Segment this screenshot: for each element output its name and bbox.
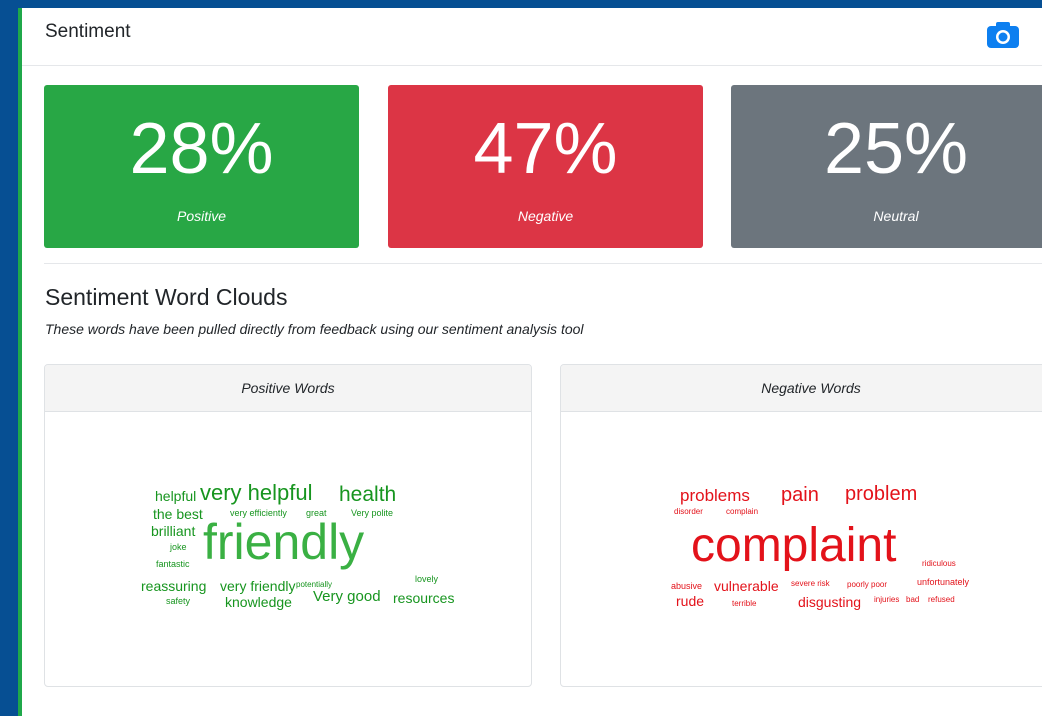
cloud-word: the best — [153, 506, 203, 522]
negative-label: Negative — [517, 208, 574, 224]
cloud-word: joke — [170, 542, 187, 552]
cloud-word: helpful — [155, 488, 197, 504]
section-divider — [44, 263, 1042, 264]
cloud-word: safety — [166, 596, 191, 606]
negative-words-card: Negative Words problems pain problem dis… — [560, 364, 1042, 687]
camera-icon — [987, 22, 1019, 48]
negative-words-header: Negative Words — [561, 365, 1042, 412]
negative-word-cloud: problems pain problem disorder complain … — [561, 412, 1042, 686]
positive-words-header: Positive Words — [45, 365, 531, 412]
negative-percent: 47% — [473, 109, 618, 189]
word-clouds-title: Sentiment Word Clouds — [45, 284, 288, 310]
cloud-word: poorly poor — [847, 580, 888, 589]
cloud-word: severe risk — [791, 579, 830, 588]
positive-stat-card: 28% Positive — [44, 85, 359, 248]
cloud-word: problem — [845, 483, 918, 505]
cloud-word: terrible — [732, 599, 757, 608]
panel-title: Sentiment — [45, 21, 131, 42]
cloud-word: reassuring — [141, 578, 207, 594]
word-clouds-subtitle: These words have been pulled directly fr… — [45, 321, 584, 337]
cloud-word: disorder — [674, 507, 703, 516]
cloud-word: refused — [928, 595, 955, 604]
cloud-word: pain — [781, 484, 819, 506]
positive-percent: 28% — [129, 109, 274, 189]
positive-words-card: Positive Words helpful very helpful heal… — [44, 364, 532, 687]
cloud-word: ridiculous — [922, 559, 956, 568]
cloud-word: friendly — [203, 514, 365, 570]
cloud-word: bad — [906, 595, 920, 604]
cloud-word: fantastic — [156, 559, 190, 569]
positive-label: Positive — [176, 208, 227, 224]
cloud-word: vulnerable — [714, 578, 779, 594]
cloud-word: knowledge — [225, 594, 292, 610]
cloud-word: health — [339, 483, 397, 506]
cloud-word: lovely — [415, 574, 439, 584]
negative-stat-card: 47% Negative — [388, 85, 703, 248]
cloud-word: brilliant — [151, 523, 196, 539]
cloud-word: rude — [676, 593, 705, 609]
cloud-word: abusive — [671, 581, 703, 591]
neutral-stat-card: 25% Neutral — [731, 85, 1042, 248]
cloud-word: very friendly — [220, 578, 296, 594]
positive-word-cloud: helpful very helpful health the best ver… — [45, 412, 531, 686]
panel-header: Sentiment — [22, 8, 1042, 66]
cloud-word: very helpful — [200, 480, 313, 505]
cloud-word: disgusting — [798, 594, 862, 610]
neutral-percent: 25% — [823, 109, 969, 189]
sentiment-panel: Sentiment 28% Positive 47% Negative 25% … — [22, 8, 1042, 716]
neutral-label: Neutral — [873, 208, 919, 224]
cloud-word: complain — [726, 507, 759, 516]
cloud-word: complaint — [691, 519, 897, 572]
cloud-word: problems — [680, 486, 750, 505]
cloud-word: unfortunately — [917, 577, 970, 587]
screenshot-button[interactable] — [986, 20, 1020, 50]
cloud-word: Very good — [313, 588, 381, 605]
cloud-word: injuries — [874, 595, 900, 604]
cloud-word: resources — [393, 590, 455, 606]
